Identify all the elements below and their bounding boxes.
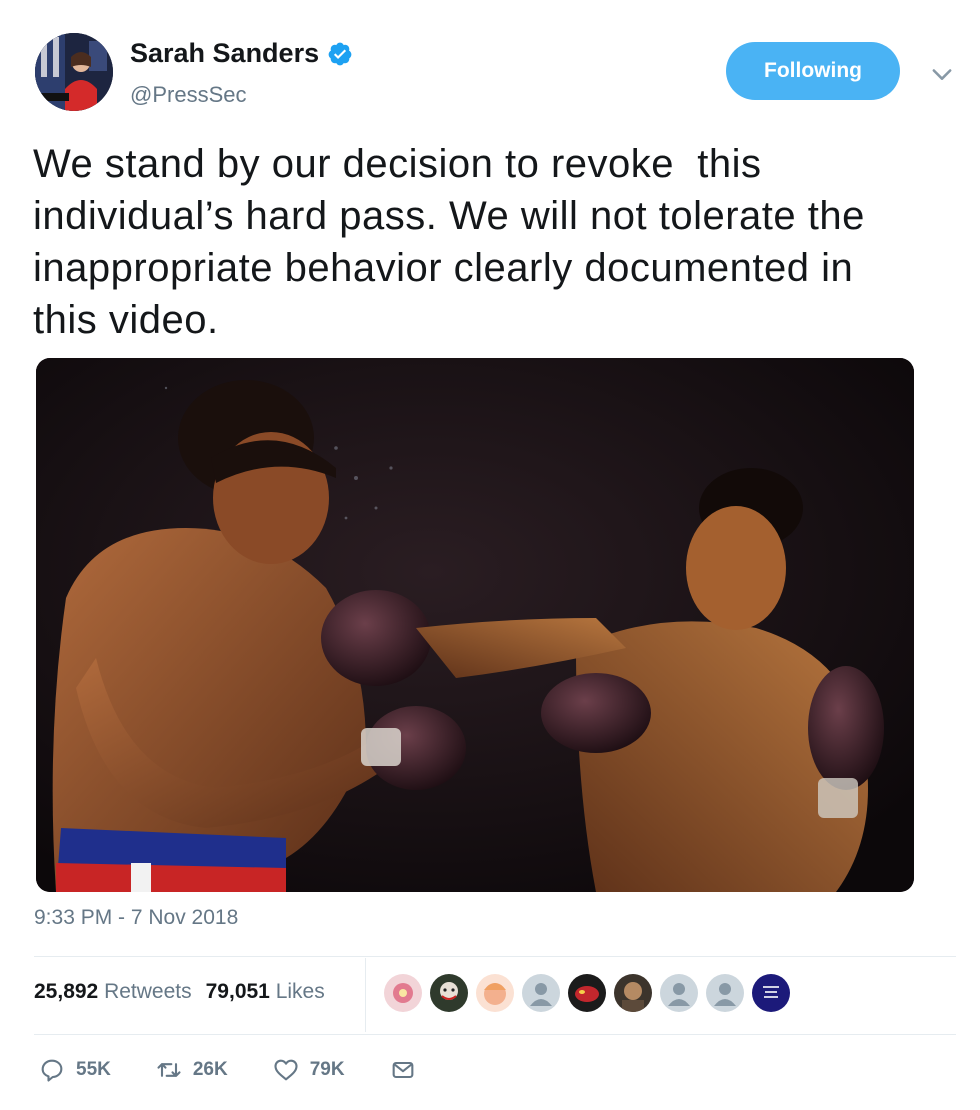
retweets-label: Retweets [104, 980, 192, 1003]
tweet-media-photo[interactable] [36, 358, 914, 892]
retweets-count: 25,892 [34, 980, 99, 1003]
retweet-count: 26K [192, 1059, 228, 1080]
likes-label: Likes [275, 980, 325, 1003]
chevron-down-icon[interactable] [928, 60, 956, 88]
reply-icon[interactable] [38, 1056, 66, 1084]
tweet-card: Sarah Sanders @PressSec Following We sta… [0, 0, 980, 1110]
liker-avatars [384, 974, 790, 1012]
retweets-stat[interactable]: 25,892 Retweets [34, 980, 192, 1004]
heart-icon[interactable] [272, 1056, 300, 1084]
like-count: 79K [309, 1059, 345, 1080]
following-button[interactable]: Following [726, 42, 900, 100]
tweet-timestamp[interactable]: 9:33 PM - 7 Nov 2018 [34, 906, 238, 930]
tweet-actions: 55K 26K 79K [38, 1056, 461, 1084]
divider-bottom [34, 1034, 956, 1035]
reply-count: 55K [76, 1059, 111, 1080]
engagement-stats: 25,892 Retweets 79,051 Likes [34, 980, 325, 1004]
divider-top [34, 956, 956, 957]
author-name-row: Sarah Sanders [130, 38, 353, 69]
liker-avatar[interactable] [706, 974, 744, 1012]
liker-avatar[interactable] [614, 974, 652, 1012]
retweet-icon[interactable] [155, 1056, 183, 1084]
tweet-text: We stand by our decision to revoke this … [33, 142, 865, 342]
liker-avatar[interactable] [660, 974, 698, 1012]
liker-avatar[interactable] [568, 974, 606, 1012]
envelope-icon[interactable] [389, 1056, 417, 1084]
likes-count: 79,051 [205, 980, 270, 1003]
liker-avatar[interactable] [476, 974, 514, 1012]
liker-avatar[interactable] [384, 974, 422, 1012]
verified-badge-icon [328, 42, 352, 65]
direct-message-action[interactable] [389, 1056, 417, 1084]
display-name[interactable]: Sarah Sanders [130, 38, 319, 69]
retweet-action[interactable]: 26K [155, 1056, 228, 1084]
liker-avatar[interactable] [430, 974, 468, 1012]
author-handle[interactable]: @PressSec [130, 82, 246, 108]
liker-avatar[interactable] [752, 974, 790, 1012]
avatar[interactable] [35, 33, 113, 111]
stats-separator [365, 958, 366, 1032]
reply-action[interactable]: 55K [38, 1056, 111, 1084]
like-action[interactable]: 79K [272, 1056, 345, 1084]
likes-stat[interactable]: 79,051 Likes [206, 980, 325, 1004]
liker-avatar[interactable] [522, 974, 560, 1012]
